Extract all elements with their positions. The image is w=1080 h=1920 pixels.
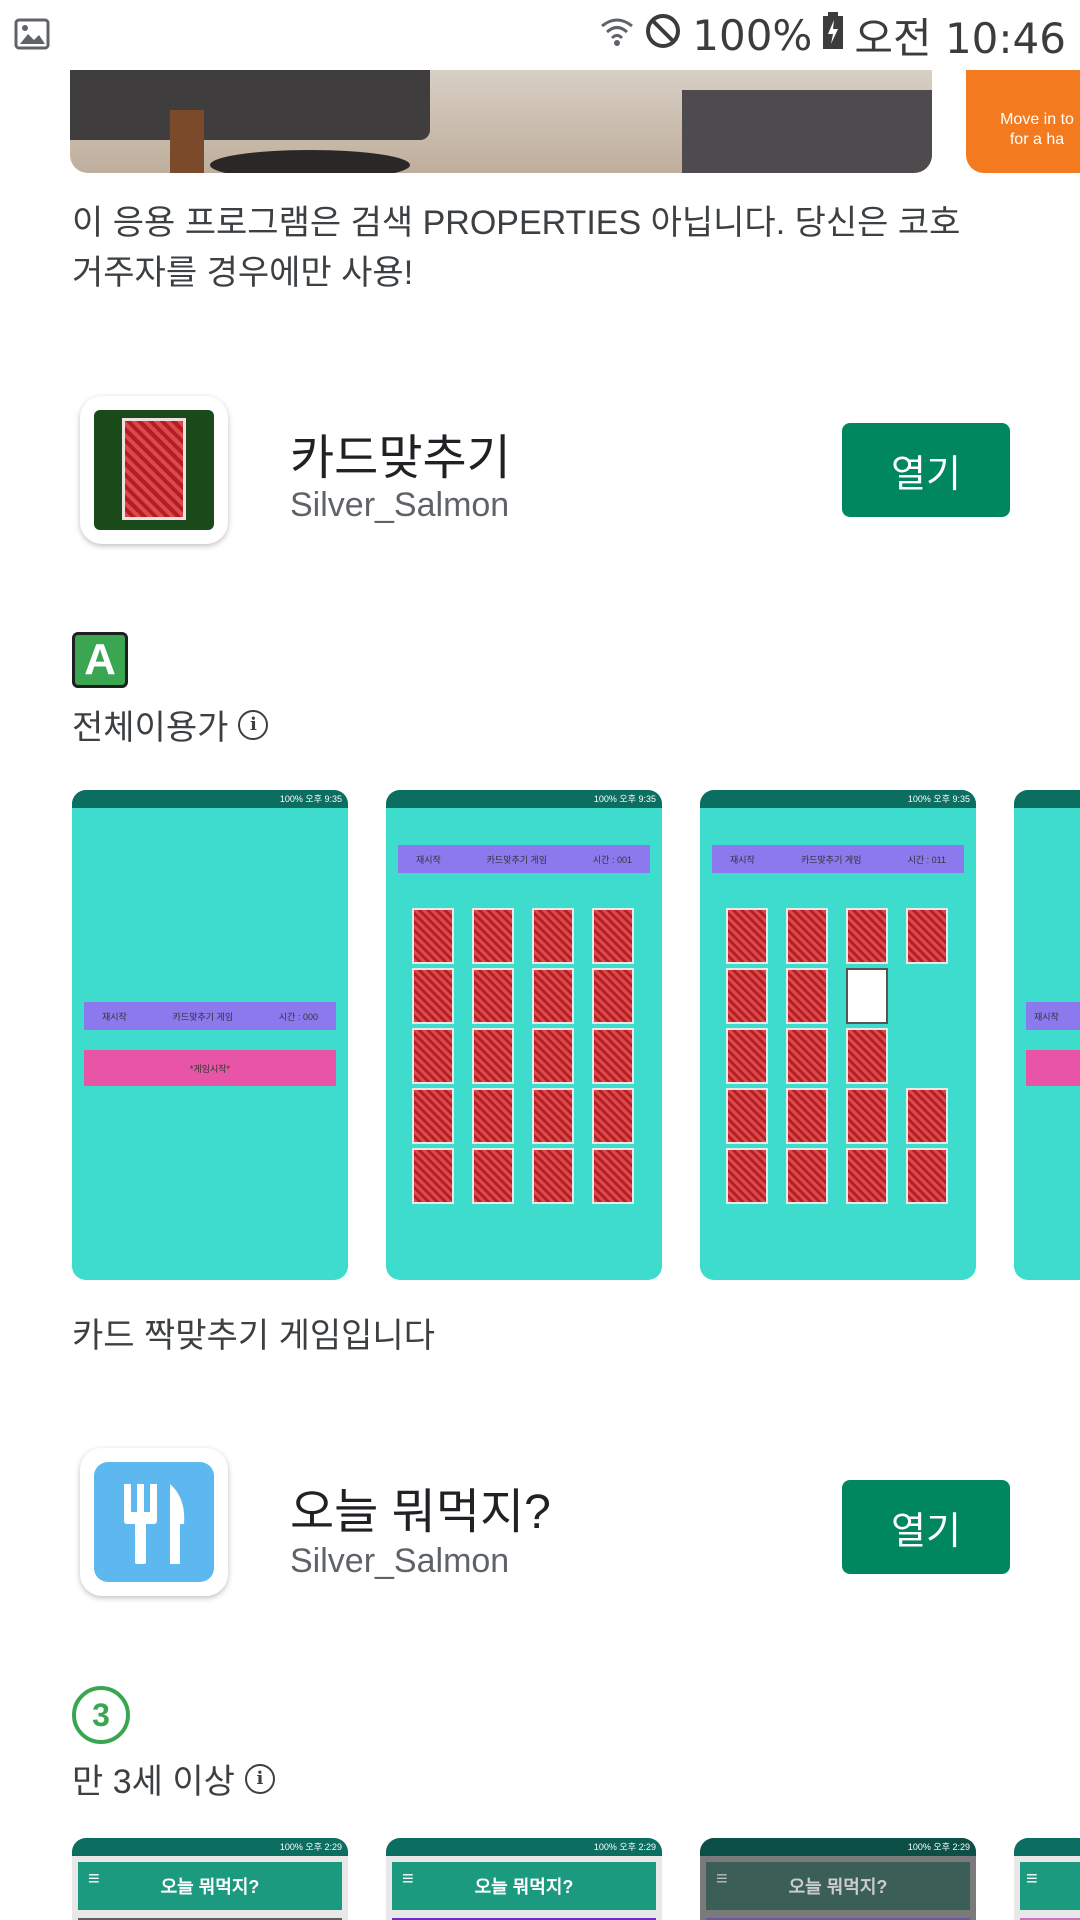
developer-name[interactable]: Silver_Salmon <box>290 1542 509 1581</box>
menu-icon: ≡ <box>88 1868 100 1890</box>
app-header: 오늘 뭐먹지? <box>706 1862 970 1910</box>
card-back <box>726 1148 768 1204</box>
screenshot-status: 100% 오후 9:35 <box>72 790 348 808</box>
card-back <box>726 908 768 964</box>
do-not-disturb-icon <box>644 11 682 60</box>
food-app-icon[interactable] <box>80 1448 228 1596</box>
card-back <box>532 1028 574 1084</box>
card-back <box>786 968 828 1024</box>
card-back <box>786 1148 828 1204</box>
menu-icon: ≡ <box>1026 1868 1038 1890</box>
card-back <box>726 1088 768 1144</box>
promo-image[interactable] <box>70 70 932 173</box>
screenshot-2[interactable]: 100% 오후 9:35 재시작 카드맞추기 게임 시간 : 001 <box>386 790 662 1280</box>
content-rating[interactable]: 전체이용가 i <box>72 700 269 749</box>
screenshot-3[interactable]: 100% 오후 9:35 재시작 카드맞추기 게임 시간 : 011 <box>700 790 976 1280</box>
app-title[interactable]: 카드맞추기 <box>290 418 511 488</box>
game-start-bar: *게임시작* <box>84 1050 336 1086</box>
card-back <box>906 1148 948 1204</box>
game-toolbar: 재시작 카드맞추기 게임 시간 : 000 <box>84 1002 336 1030</box>
card-back <box>786 908 828 964</box>
battery-charging-icon <box>822 11 844 60</box>
card-back <box>472 1028 514 1084</box>
card-back <box>846 908 888 964</box>
screenshot-status: 100% 오후 9:35 <box>700 790 976 808</box>
menu-icon: ≡ <box>402 1868 414 1890</box>
screenshot-3[interactable]: 100% 오후 2:29 오늘 뭐먹지? ≡ <box>700 1838 976 1920</box>
card-back <box>592 968 634 1024</box>
card-game-app-icon[interactable] <box>80 396 228 544</box>
card-back <box>472 968 514 1024</box>
rating-label: 전체이용가 <box>72 709 229 747</box>
app-header: 오늘 뭐먹지? <box>392 1862 656 1910</box>
wifi-icon <box>600 11 634 60</box>
gallery-notification-icon <box>14 18 50 55</box>
card-back <box>592 1028 634 1084</box>
card-back <box>412 1028 454 1084</box>
game-toolbar: 재시작 카드맞추기 게임 시간 : 001 <box>398 845 650 873</box>
card-back <box>412 1148 454 1204</box>
card-back <box>846 1148 888 1204</box>
fork-knife-icon <box>124 1484 185 1564</box>
card-back <box>906 1088 948 1144</box>
card-back <box>412 968 454 1024</box>
screenshot-status: 100% 오후 9:35 <box>386 790 662 808</box>
card-back <box>532 1148 574 1204</box>
rating-badge-all-ages: A <box>72 632 128 688</box>
card-back <box>726 1028 768 1084</box>
clock: 오전 10:46 <box>854 13 1066 63</box>
card-back <box>906 908 948 964</box>
developer-name[interactable]: Silver_Salmon <box>290 486 509 525</box>
card-back <box>592 1088 634 1144</box>
card-back <box>472 1088 514 1144</box>
info-icon[interactable]: i <box>244 1763 275 1794</box>
card-back <box>726 968 768 1024</box>
card-back <box>786 1028 828 1084</box>
rating-badge-age-3: 3 <box>72 1686 130 1744</box>
card-face-up <box>846 968 888 1024</box>
menu-icon: ≡ <box>716 1868 728 1890</box>
status-bar: 100% 오전 10:46 <box>0 0 1080 70</box>
open-button[interactable]: 열기 <box>842 423 1010 517</box>
content-rating[interactable]: 만 3세 이상 i <box>72 1754 275 1803</box>
card-back <box>592 1148 634 1204</box>
battery-percent: 100% <box>692 10 813 60</box>
status-indicators: 100% 오전 10:46 <box>600 0 1066 70</box>
card-back <box>412 1088 454 1144</box>
screenshot-2[interactable]: 100% 오후 2:29 오늘 뭐먹지? ≡ <box>386 1838 662 1920</box>
screenshot-1[interactable]: 100% 오후 9:35 재시작 카드맞추기 게임 시간 : 000 *게임시작… <box>72 790 348 1280</box>
card-back <box>472 1148 514 1204</box>
promo-image-partial[interactable]: Move in to for a ha <box>966 70 1080 173</box>
game-toolbar: 재시작 카드맞추기 게임 시간 : 011 <box>712 845 964 873</box>
screenshot-1[interactable]: 100% 오후 2:29 오늘 뭐먹지? ≡ <box>72 1838 348 1920</box>
screenshot-4[interactable]: ≡ <box>1014 1838 1080 1920</box>
card-back <box>846 1088 888 1144</box>
app-title[interactable]: 오늘 뭐먹지? <box>290 1472 551 1542</box>
card-back <box>412 908 454 964</box>
app-header: 오늘 뭐먹지? <box>78 1862 342 1910</box>
info-icon[interactable]: i <box>238 709 269 740</box>
card-back <box>532 1088 574 1144</box>
promo-partial-text: Move in to for a ha <box>1000 111 1074 148</box>
app-description: 이 응용 프로그램은 검색 PROPERTIES 아닙니다. 당신은 코호 거주… <box>72 204 961 292</box>
card-back <box>786 1088 828 1144</box>
rating-label: 만 3세 이상 <box>72 1763 235 1801</box>
card-back <box>532 968 574 1024</box>
card-back <box>472 908 514 964</box>
open-button[interactable]: 열기 <box>842 1480 1010 1574</box>
card-back <box>846 1028 888 1084</box>
card-back <box>532 908 574 964</box>
screenshot-caption: 카드 짝맞추기 게임입니다 <box>72 1317 435 1355</box>
game-toolbar: 재시작 <box>1026 1002 1080 1030</box>
screenshot-4[interactable]: 재시작 <box>1014 790 1080 1280</box>
card-back <box>592 908 634 964</box>
